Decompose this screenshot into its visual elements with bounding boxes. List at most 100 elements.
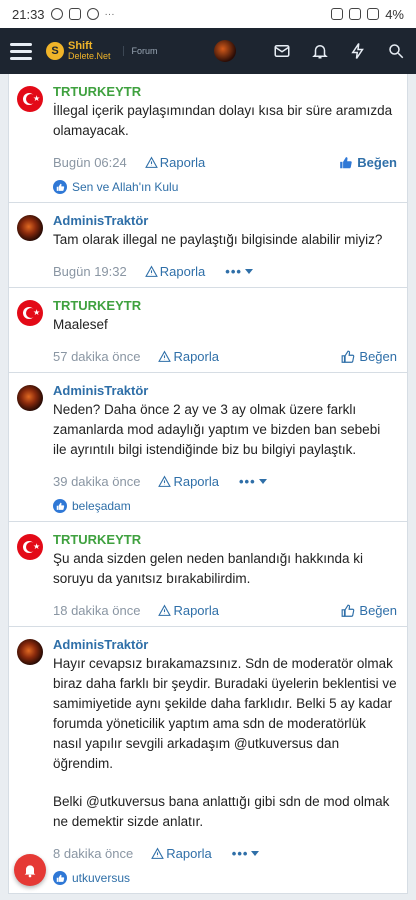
forum-post: ★ TRTURKEYTR İllegal içerik paylaşımından … (8, 74, 408, 203)
search-icon[interactable] (386, 41, 406, 61)
status-bar: 21:33 ··· 4% (0, 0, 416, 28)
menu-icon[interactable] (10, 42, 32, 60)
warning-icon (158, 475, 172, 488)
like-reaction-icon (53, 871, 67, 885)
post-actions: 8 dakika önce Raporla ••• (53, 846, 397, 861)
report-button[interactable]: Raporla (144, 264, 205, 279)
post-actions: 18 dakika önce Raporla Beğen (53, 603, 397, 618)
author-name[interactable]: AdminisTraktör (53, 637, 397, 652)
logo-mark-icon: S (46, 42, 64, 60)
author-avatar[interactable] (17, 385, 43, 411)
more-options-button[interactable]: ••• (239, 474, 267, 489)
author-name[interactable]: TRTURKEYTR (53, 84, 397, 99)
reaction-users: beleşadam (72, 499, 131, 513)
more-notifications-icon: ··· (104, 8, 115, 20)
more-options-button[interactable]: ••• (225, 264, 253, 279)
like-label: Beğen (359, 603, 397, 618)
post-content: Şu anda sizden gelen neden banlandığı ha… (53, 549, 397, 589)
logo-text-top: Shift (68, 40, 93, 52)
image-icon (68, 8, 81, 20)
report-label: Raporla (166, 846, 212, 861)
post-paragraph: Neden? Daha önce 2 ay ve 3 ay olmak üzer… (53, 402, 381, 457)
reaction-summary[interactable]: beleşadam (53, 499, 397, 513)
thumbs-up-icon (339, 156, 353, 170)
post-paragraph: Belki @utkuversus bana anlattığı gibi sd… (53, 794, 390, 829)
post-actions: 57 dakika önce Raporla Beğen (53, 349, 397, 364)
signal-icon (349, 8, 362, 20)
reaction-summary[interactable]: utkuversus (53, 871, 397, 885)
report-label: Raporla (159, 155, 206, 170)
author-name[interactable]: AdminisTraktör (53, 383, 397, 398)
post-paragraph: Hayır cevapsız bırakamazsınız. Sdn de mo… (53, 656, 397, 771)
post-time[interactable]: 57 dakika önce (53, 349, 140, 364)
author-name[interactable]: TRTURKEYTR (53, 298, 397, 313)
forum-post: AdminisTraktör Hayır cevapsız bırakamazsı… (8, 627, 408, 894)
more-dots: ••• (225, 264, 242, 279)
bolt-icon[interactable] (348, 41, 368, 61)
forum-post: AdminisTraktör Neden? Daha önce 2 ay ve 3… (8, 373, 408, 522)
warning-icon (151, 847, 165, 860)
logo-text-bottom: Delete.Net (68, 51, 111, 61)
more-options-button[interactable]: ••• (232, 846, 260, 861)
notification-bell-button[interactable] (14, 854, 46, 886)
warning-icon (144, 265, 158, 278)
section-label[interactable]: Forum (122, 46, 158, 56)
like-label: Beğen (359, 349, 397, 364)
forum-post: ★ TRTURKEYTR Şu anda sizden gelen neden ba… (8, 522, 408, 627)
warning-icon (158, 350, 172, 363)
author-name[interactable]: AdminisTraktör (53, 213, 397, 228)
post-time[interactable]: Bugün 06:24 (53, 155, 127, 170)
post-time[interactable]: Bugün 19:32 (53, 264, 127, 279)
author-avatar[interactable] (17, 215, 43, 241)
post-actions: 39 dakika önce Raporla ••• (53, 474, 397, 489)
post-content: Neden? Daha önce 2 ay ve 3 ay olmak üzer… (53, 400, 397, 460)
reaction-users: Sen ve Allah'ın Kulu (72, 180, 179, 194)
reaction-summary[interactable]: Sen ve Allah'ın Kulu (53, 180, 397, 194)
author-avatar[interactable]: ★ (17, 534, 43, 560)
like-button[interactable]: Beğen (339, 155, 397, 170)
author-avatar[interactable]: ★ (17, 300, 43, 326)
author-name[interactable]: TRTURKEYTR (53, 532, 397, 547)
report-button[interactable]: Raporla (151, 846, 212, 861)
like-button[interactable]: Beğen (341, 349, 397, 364)
inbox-icon[interactable] (272, 41, 292, 61)
site-logo[interactable]: S Shift Delete.Net (46, 41, 111, 61)
report-button[interactable]: Raporla (158, 603, 219, 618)
report-button[interactable]: Raporla (158, 349, 219, 364)
like-button[interactable]: Beğen (341, 603, 397, 618)
thumbs-up-icon (341, 350, 355, 364)
author-avatar[interactable]: ★ (17, 86, 43, 112)
user-avatar[interactable] (214, 40, 236, 62)
forum-post: ★ TRTURKEYTR Maalesef 57 dakika önce Raporla… (8, 288, 408, 373)
report-button[interactable]: Raporla (144, 155, 206, 170)
bell-icon[interactable] (310, 41, 330, 61)
post-paragraph: Şu anda sizden gelen neden banlandığı ha… (53, 551, 363, 586)
caret-down-icon (244, 269, 253, 274)
post-content: İllegal içerik paylaşımından dolayı kısa… (53, 101, 397, 141)
battery-icon (367, 8, 380, 20)
warning-icon (144, 156, 158, 169)
site-header: S Shift Delete.Net Forum (0, 28, 416, 74)
spotify-icon (50, 8, 63, 20)
post-paragraph: Maalesef (53, 317, 108, 332)
whatsapp-icon (86, 8, 99, 20)
post-content: Maalesef (53, 315, 397, 335)
author-avatar[interactable] (17, 639, 43, 665)
post-paragraph: Tam olarak illegal ne paylaştığı bilgisi… (53, 232, 383, 247)
status-time: 21:33 (12, 6, 45, 22)
like-reaction-icon (53, 180, 67, 194)
vibrate-icon (331, 8, 344, 20)
report-label: Raporla (173, 349, 219, 364)
post-time[interactable]: 8 dakika önce (53, 846, 133, 861)
like-reaction-icon (53, 499, 67, 513)
post-time[interactable]: 18 dakika önce (53, 603, 140, 618)
more-dots: ••• (238, 474, 256, 489)
post-list: ★ TRTURKEYTR İllegal içerik paylaşımından … (0, 74, 416, 894)
battery-level: 4% (385, 6, 404, 22)
thumbs-up-icon (341, 604, 355, 618)
report-label: Raporla (173, 603, 219, 618)
reaction-users: utkuversus (72, 871, 131, 885)
post-content: Tam olarak illegal ne paylaştığı bilgisi… (53, 230, 397, 250)
post-time[interactable]: 39 dakika önce (53, 474, 140, 489)
report-button[interactable]: Raporla (158, 474, 219, 489)
